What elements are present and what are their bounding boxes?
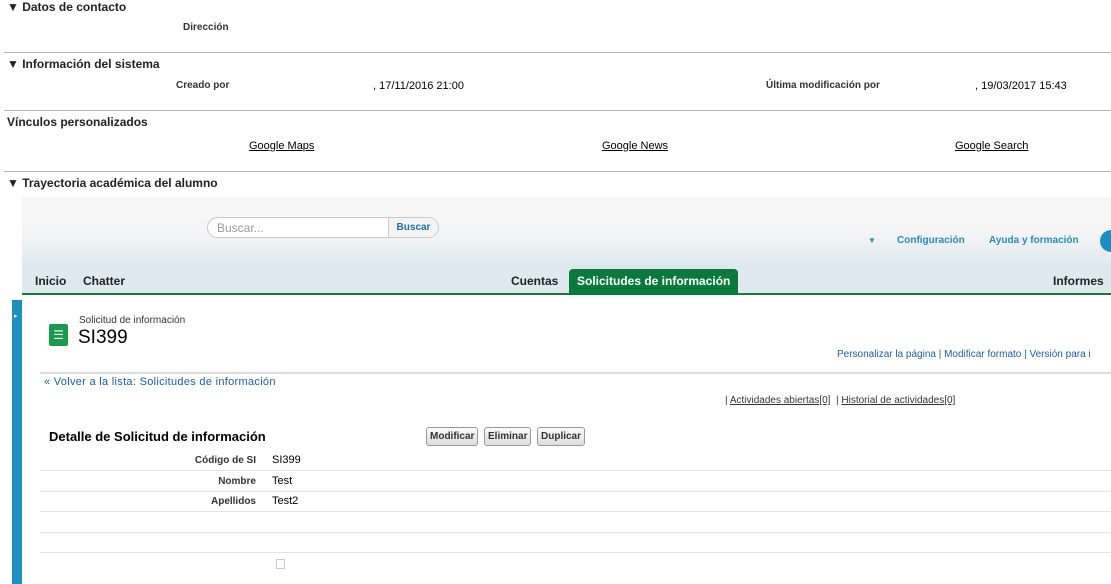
tab-inicio[interactable]: Inicio [35,274,66,288]
google-maps-link[interactable]: Google Maps [249,140,314,152]
row-divider [40,511,1111,512]
expand-arrow-icon: ▸ [14,313,18,320]
tab-bar: Inicio Chatter Cuentas Solicitudes de in… [22,269,1111,295]
header: Buscar... Buscar ▼ Configuración Ayuda y … [22,197,1111,269]
field-label: Apellidos [210,496,256,507]
field-value: SI399 [272,454,301,466]
address-label: Dirección [183,22,229,33]
delete-button[interactable]: Eliminar [484,427,532,446]
google-search-link[interactable]: Google Search [955,140,1028,152]
google-news-link[interactable]: Google News [602,140,668,152]
section-header-trajectory[interactable]: ▼ Trayectoria académica del alumno [7,176,218,190]
section-header-contact[interactable]: ▼ Datos de contacto [7,0,126,14]
tab-cuentas[interactable]: Cuentas [511,274,558,288]
divider [40,372,1111,374]
search-box[interactable]: Buscar... Buscar [207,217,439,238]
row-divider [40,532,1111,533]
record-name: SI399 [78,327,128,348]
field-value: Test2 [272,495,299,507]
collapse-icon: ▼ [7,0,23,14]
sidebar-toggle[interactable]: ▸ [12,300,22,584]
row-divider [40,470,1111,471]
checkbox[interactable] [276,559,285,569]
detail-title: Detalle de Solicitud de información [49,429,266,444]
tab-chatter[interactable]: Chatter [83,274,125,288]
row-divider [40,552,1111,553]
app-menu-icon[interactable] [1100,230,1111,252]
setup-link[interactable]: Configuración [897,235,965,246]
search-input[interactable]: Buscar... [217,221,264,235]
created-by-label: Creado por [176,80,230,91]
divider [4,52,1111,53]
record-icon: ☰ [49,324,68,346]
open-activities-link[interactable]: Actividades abiertas[0] [730,395,831,406]
divider [4,110,1111,111]
record-type: Solicitud de información [79,315,186,326]
tab-informes[interactable]: Informes [1053,274,1104,288]
help-link[interactable]: Ayuda y formación [989,235,1079,246]
page-links[interactable]: Personalizar la página | Modificar forma… [837,349,1091,360]
field-value: Test [272,475,293,487]
back-to-list-link[interactable]: « Volver a la lista: Solicitudes de info… [44,376,276,388]
section-header-links: Vínculos personalizados [7,115,148,129]
user-menu-arrow-icon[interactable]: ▼ [868,236,876,245]
edit-button[interactable]: Modificar [426,427,479,446]
section-header-system[interactable]: ▼ Información del sistema [7,57,160,71]
modified-by-label: Última modificación por [766,80,880,91]
modified-by-value: , 19/03/2017 15:43 [975,80,1067,92]
collapse-icon: ▼ [7,176,23,190]
collapse-icon: ▼ [7,57,23,71]
activity-history-link[interactable]: Historial de actividades[0] [841,395,955,406]
tab-solicitudes[interactable]: Solicitudes de información [569,269,739,295]
embedded-page: Buscar... Buscar ▼ Configuración Ayuda y … [22,197,1111,584]
divider [4,171,1111,172]
related-links: | Actividades abiertas[0] | Historial de… [725,395,956,406]
field-label: Nombre [218,476,256,487]
created-by-value: , 17/11/2016 21:00 [373,80,464,92]
field-label: Código de SI [194,455,256,466]
row-divider [40,491,1111,492]
clone-button[interactable]: Duplicar [537,427,586,446]
search-button[interactable]: Buscar [388,218,438,237]
